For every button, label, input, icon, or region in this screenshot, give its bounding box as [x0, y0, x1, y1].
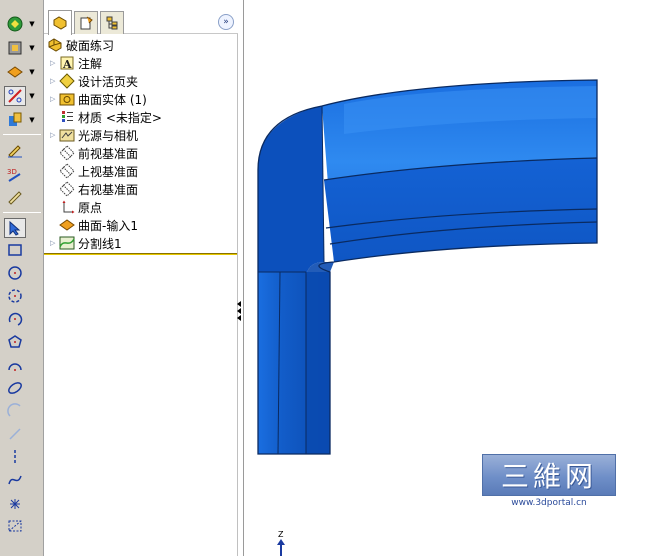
toolbar-separator — [3, 134, 41, 135]
view-orientation-dropdown[interactable]: ▼ — [28, 14, 36, 34]
expand-arrow-icon[interactable]: ▷ — [50, 95, 58, 103]
triad-z-axis-icon — [277, 539, 285, 556]
panel-tabs: » — [44, 0, 238, 35]
expand-arrow-icon[interactable]: ▷ — [50, 239, 58, 247]
svg-text:3D: 3D — [7, 168, 17, 176]
sketch-tools-icon[interactable] — [4, 86, 26, 106]
watermark-logo: 三維网 www.3dportal.cn — [482, 454, 616, 510]
tree-item-label: 设计活页夹 — [78, 74, 139, 89]
ellipse-icon[interactable] — [4, 378, 26, 398]
sketch-tools-dropdown[interactable]: ▼ — [28, 86, 36, 106]
rectangle-icon[interactable] — [4, 240, 26, 260]
tree-item-annotations[interactable]: ▷ A 注解 — [44, 54, 238, 72]
line-icon[interactable] — [4, 424, 26, 444]
3point-arc-icon[interactable] — [4, 401, 26, 421]
tree-item-label: 曲面-输入1 — [78, 218, 138, 233]
property-manager-tab[interactable] — [74, 11, 98, 34]
section-view-dropdown[interactable]: ▼ — [28, 110, 36, 130]
construction-geometry-icon[interactable] — [4, 516, 26, 536]
imported-surface-icon — [58, 217, 76, 233]
toolbar-separator — [3, 212, 41, 213]
rollback-bar[interactable] — [44, 253, 237, 255]
perimeter-circle-icon[interactable] — [4, 286, 26, 306]
spline-icon[interactable] — [4, 470, 26, 490]
plane-icon — [58, 163, 76, 179]
feature-manager-panel: » 破面练习 ▷ A 注解 ▷ 设计活页夹 ▷ 曲面实体 (1) 材质 <未指定… — [44, 0, 238, 556]
tree-item-label: 上视基准面 — [78, 164, 139, 179]
watermark-url: www.3dportal.cn — [511, 498, 587, 508]
tree-item-label: 曲面实体 (1) — [78, 92, 147, 107]
hide-show-dropdown[interactable]: ▼ — [28, 62, 36, 82]
surface-bodies-icon — [58, 91, 76, 107]
view-orientation-icon[interactable] — [4, 14, 26, 34]
configuration-manager-tab[interactable] — [100, 11, 124, 34]
lights-cameras-icon — [58, 127, 76, 143]
tree-item-label: 原点 — [78, 200, 103, 215]
tree-root[interactable]: 破面练习 — [44, 36, 238, 54]
tree-item-imported-surface[interactable]: 曲面-输入1 — [44, 216, 238, 234]
edit-sketch-icon[interactable] — [4, 140, 26, 160]
tree-item-design-binder[interactable]: ▷ 设计活页夹 — [44, 72, 238, 90]
origin-icon — [58, 199, 76, 215]
tree-item-label: 注解 — [78, 56, 103, 71]
tree-root-label: 破面练习 — [66, 38, 115, 53]
tree-item-lights-cameras[interactable]: ▷ 光源与相机 — [44, 126, 238, 144]
tree-item-label: 右视基准面 — [78, 182, 139, 197]
solidworks-window: ▼ ▼ ▼ ▼ ▼ 3D » 破面练习 ▷ A 注解 ▷ 设计活页夹 ▷ 曲面实… — [0, 0, 664, 556]
material-icon — [58, 109, 76, 125]
tree-item-front-plane[interactable]: 前视基准面 — [44, 144, 238, 162]
expand-arrow-icon[interactable]: ▷ — [50, 77, 58, 85]
tree-item-material[interactable]: 材质 <未指定> — [44, 108, 238, 126]
part-icon — [46, 37, 64, 53]
tangent-arc-icon[interactable] — [4, 355, 26, 375]
annotation-icon: A — [58, 55, 76, 71]
smart-dimension-icon[interactable] — [4, 188, 26, 208]
tree-item-origin[interactable]: 原点 — [44, 198, 238, 216]
feature-manager-tab[interactable] — [48, 10, 72, 35]
tree-item-right-plane[interactable]: 右视基准面 — [44, 180, 238, 198]
plane-icon — [58, 145, 76, 161]
triad-z-label: Z — [278, 530, 284, 539]
tree-item-top-plane[interactable]: 上视基准面 — [44, 162, 238, 180]
tree-item-label: 分割线1 — [78, 236, 122, 251]
hide-show-icon[interactable] — [4, 62, 26, 82]
section-view-icon[interactable] — [4, 110, 26, 130]
select-icon[interactable] — [4, 218, 26, 238]
circle-icon[interactable] — [4, 263, 26, 283]
tree-item-split-line[interactable]: ▷ 分割线1 — [44, 234, 238, 252]
expand-arrow-icon[interactable]: ▷ — [50, 59, 58, 67]
collapse-panel-button[interactable]: » — [218, 14, 234, 30]
3d-sketch-icon[interactable]: 3D — [4, 164, 26, 184]
centerline-icon[interactable] — [4, 447, 26, 467]
tree-item-label: 材质 <未指定> — [78, 110, 162, 125]
tree-item-label: 前视基准面 — [78, 146, 139, 161]
panel-splitter-grip[interactable] — [236, 300, 242, 326]
graphics-viewport[interactable]: 三維网 www.3dportal.cn Z — [243, 0, 664, 556]
left-toolbar: ▼ ▼ ▼ ▼ ▼ 3D — [0, 0, 44, 556]
polygon-icon[interactable] — [4, 332, 26, 352]
tree-item-surface-bodies[interactable]: ▷ 曲面实体 (1) — [44, 90, 238, 108]
tree-item-label: 光源与相机 — [78, 128, 139, 143]
display-style-dropdown[interactable]: ▼ — [28, 38, 36, 58]
design-binder-icon — [58, 73, 76, 89]
point-icon[interactable] — [4, 494, 26, 514]
plane-icon — [58, 181, 76, 197]
split-line-icon — [58, 235, 76, 251]
display-style-icon[interactable] — [4, 38, 26, 58]
watermark-title: 三維网 — [482, 454, 616, 496]
svg-text:A: A — [62, 58, 72, 71]
expand-arrow-icon[interactable]: ▷ — [50, 131, 58, 139]
centerpoint-arc-icon[interactable] — [4, 309, 26, 329]
corner-fillet-face[interactable] — [258, 106, 324, 280]
